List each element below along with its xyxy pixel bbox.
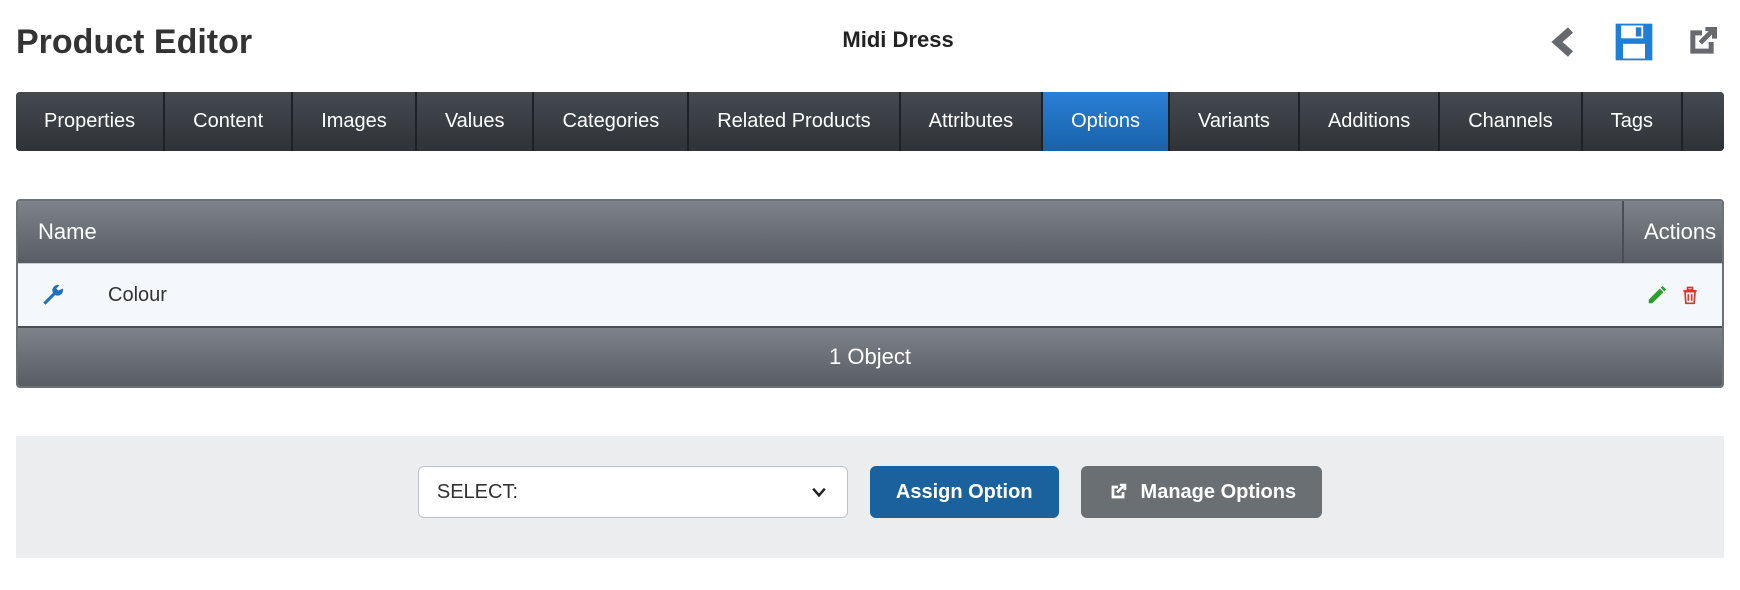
tab-variants[interactable]: Variants bbox=[1170, 92, 1300, 151]
col-actions: Actions bbox=[1624, 201, 1722, 263]
tab-additions[interactable]: Additions bbox=[1300, 92, 1440, 151]
tab-categories[interactable]: Categories bbox=[534, 92, 689, 151]
header-actions bbox=[1544, 20, 1724, 64]
delete-button[interactable] bbox=[1680, 284, 1700, 306]
tab-related-products[interactable]: Related Products bbox=[689, 92, 900, 151]
trash-icon bbox=[1680, 284, 1700, 306]
external-link-icon bbox=[1682, 22, 1722, 62]
option-select[interactable]: SELECT: bbox=[418, 466, 848, 518]
tab-tags[interactable]: Tags bbox=[1583, 92, 1683, 151]
table-row: Colour bbox=[18, 263, 1722, 326]
header: Product Editor Midi Dress bbox=[0, 0, 1740, 92]
back-button[interactable] bbox=[1544, 20, 1588, 64]
tab-properties[interactable]: Properties bbox=[16, 92, 165, 151]
table-header: Name Actions bbox=[18, 201, 1722, 263]
wrench-icon bbox=[40, 282, 66, 308]
save-button[interactable] bbox=[1612, 20, 1656, 64]
edit-button[interactable] bbox=[1646, 284, 1668, 306]
tab-options[interactable]: Options bbox=[1043, 92, 1170, 151]
manage-options-button[interactable]: Manage Options bbox=[1081, 466, 1323, 518]
row-type-icon-cell bbox=[18, 264, 88, 326]
page-title: Product Editor bbox=[16, 23, 252, 62]
row-actions bbox=[1624, 266, 1722, 324]
tab-spacer bbox=[1683, 92, 1724, 151]
tab-channels[interactable]: Channels bbox=[1440, 92, 1583, 151]
footer-panel: SELECT: Assign Option Manage Options bbox=[16, 436, 1724, 558]
col-name: Name bbox=[18, 201, 1624, 263]
chevron-left-icon bbox=[1548, 22, 1584, 62]
product-name: Midi Dress bbox=[252, 27, 1544, 53]
tab-attributes[interactable]: Attributes bbox=[901, 92, 1043, 151]
tab-content[interactable]: Content bbox=[165, 92, 293, 151]
table-footer: 1 Object bbox=[18, 326, 1722, 386]
assign-option-label: Assign Option bbox=[896, 481, 1033, 504]
tab-values[interactable]: Values bbox=[417, 92, 535, 151]
open-external-button[interactable] bbox=[1680, 20, 1724, 64]
tabs: Properties Content Images Values Categor… bbox=[16, 92, 1724, 151]
options-table: Name Actions Colour 1 Object bbox=[16, 199, 1724, 388]
select-placeholder: SELECT: bbox=[437, 481, 518, 504]
assign-option-button[interactable]: Assign Option bbox=[870, 466, 1059, 518]
row-name: Colour bbox=[88, 266, 1624, 325]
pencil-icon bbox=[1646, 284, 1668, 306]
save-icon bbox=[1612, 20, 1656, 64]
chevron-down-icon bbox=[809, 482, 829, 502]
manage-options-label: Manage Options bbox=[1141, 481, 1297, 504]
external-link-icon bbox=[1107, 481, 1129, 503]
tab-images[interactable]: Images bbox=[293, 92, 417, 151]
